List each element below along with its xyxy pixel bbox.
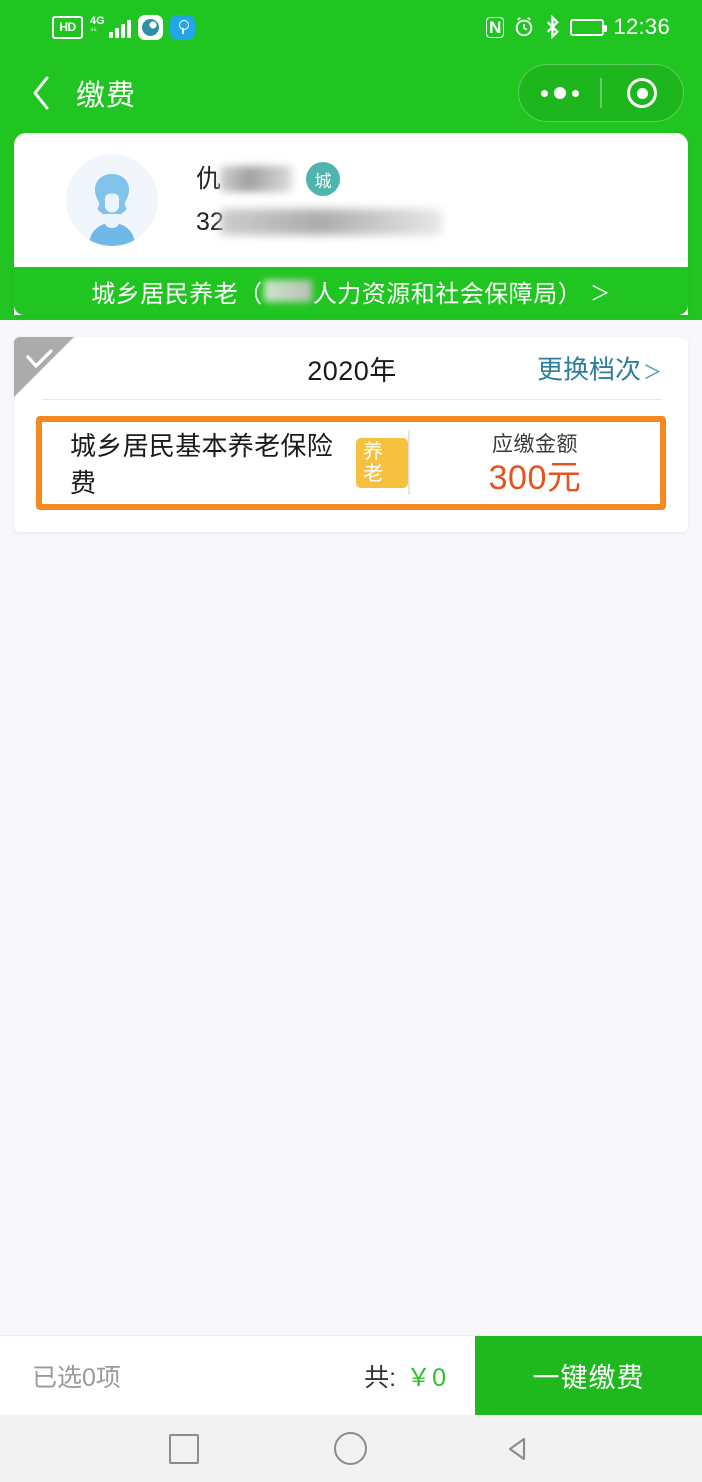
- signal-bars-icon: [109, 18, 131, 38]
- page-title: 缴费: [76, 80, 137, 112]
- bluetooth-icon: [544, 15, 561, 39]
- home-button[interactable]: [325, 1423, 377, 1475]
- hd-icon: HD: [52, 15, 83, 39]
- signal-strength-icon: 4G ⁴⁵: [90, 16, 131, 38]
- status-bar-clock: 12:36: [613, 14, 670, 39]
- chevron-right-icon: ＞: [590, 282, 611, 305]
- pay-now-button[interactable]: 一键缴费: [475, 1335, 702, 1416]
- user-info-card: 仇 城 32 城乡居民养老（ 人力资源和社会保障局） ＞: [14, 133, 688, 315]
- status-badge: 城: [306, 162, 341, 196]
- avatar: [66, 154, 158, 246]
- target-circle-icon: [627, 78, 658, 108]
- change-level-link[interactable]: 更换档次 ＞: [537, 350, 662, 387]
- square-icon: [168, 1433, 199, 1464]
- payment-item-row[interactable]: 城乡居民基本养老保险费 养老 应缴金额 300元: [36, 416, 666, 510]
- circle-icon: [334, 1432, 368, 1465]
- payment-item-tag: 养老: [356, 438, 408, 488]
- back-button[interactable]: [24, 76, 58, 110]
- payment-item-name: 城乡居民基本养老保险费: [70, 431, 334, 498]
- miniprogram-capsule: [518, 64, 684, 122]
- redacted-id-mask: [219, 209, 442, 235]
- triangle-left-icon: [509, 1437, 526, 1460]
- app-screen: HD 4G ⁴⁵ N 12:36 缴费 仇 城 32 城乡居民养老（ 人力资源和…: [0, 0, 702, 1482]
- amount-value: 300元: [488, 459, 582, 498]
- app-icon-white: [138, 14, 163, 40]
- status-bar-right-icons: N 12:36: [486, 15, 670, 39]
- bottom-action-bar: 已选0项 共: ￥0 一键缴费: [0, 1335, 702, 1416]
- status-bar: HD 4G ⁴⁵ N 12:36: [0, 0, 702, 54]
- battery-icon: [570, 18, 608, 36]
- organization-label-after: 人力资源和社会保障局）: [312, 280, 583, 308]
- redacted-name-mask: [220, 166, 293, 192]
- chevron-right-icon: ＞: [642, 362, 662, 384]
- payment-card-header: 2020年 更换档次 ＞: [42, 337, 662, 400]
- payment-item-amount: 应缴金额 300元: [410, 428, 660, 497]
- nfc-icon: N: [486, 16, 505, 38]
- back-button-system[interactable]: [492, 1423, 544, 1475]
- alarm-icon: [513, 16, 535, 38]
- organization-selector[interactable]: 城乡居民养老（ 人力资源和社会保障局） ＞: [14, 267, 688, 315]
- total-amount-value: ￥0: [406, 1363, 447, 1392]
- redacted-region-mask: [263, 280, 312, 302]
- amount-label: 应缴金额: [492, 433, 578, 457]
- selected-count-label: 已选0项: [32, 1363, 121, 1392]
- total-amount-group: 共: ￥0: [364, 1358, 447, 1394]
- organization-label-before: 城乡居民养老（: [91, 280, 263, 308]
- more-dots-icon: [540, 87, 579, 99]
- app-icon-bulb: [170, 14, 195, 40]
- android-navigation-bar: [0, 1415, 702, 1482]
- user-name-row: 仇 城: [196, 161, 442, 197]
- user-id-row: 32: [196, 205, 442, 239]
- user-name: 仇: [196, 164, 223, 193]
- change-level-label: 更换档次: [536, 354, 641, 385]
- payment-year: 2020年: [307, 355, 397, 386]
- payment-card: 2020年 更换档次 ＞ 城乡居民基本养老保险费 养老 应缴金额 300元: [14, 337, 688, 532]
- user-row: 仇 城 32: [14, 133, 688, 267]
- close-miniprogram-button[interactable]: [602, 65, 683, 121]
- more-menu-button[interactable]: [519, 65, 600, 121]
- status-bar-left-icons: HD 4G ⁴⁵: [52, 14, 195, 40]
- user-details: 仇 城 32: [196, 161, 442, 239]
- check-icon: [26, 349, 53, 368]
- recents-button[interactable]: [158, 1423, 210, 1475]
- network-type-label: 4G ⁴⁵: [90, 15, 105, 35]
- user-avatar-icon: [66, 154, 158, 246]
- payment-item-info: 城乡居民基本养老保险费 养老: [42, 422, 408, 504]
- app-navigation-bar: 缴费: [0, 54, 702, 132]
- total-label: 共:: [364, 1363, 397, 1392]
